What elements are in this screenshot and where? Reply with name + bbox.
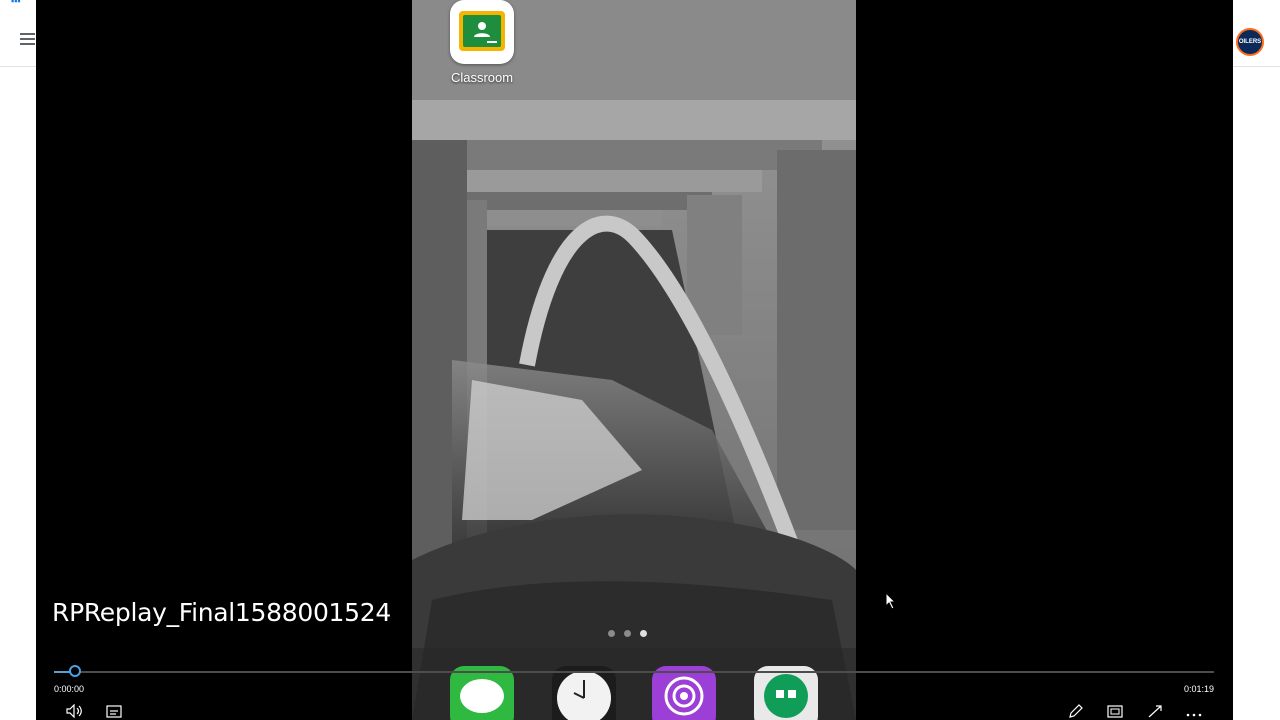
apps-grid-icon[interactable]: ▪▪▪ xyxy=(11,0,21,6)
mouse-cursor-icon xyxy=(885,591,897,615)
background-window-right xyxy=(1233,0,1280,720)
app-label-classroom: Classroom xyxy=(450,70,514,85)
page-dot xyxy=(608,630,615,637)
seek-thumb[interactable] xyxy=(68,665,81,677)
messages-icon[interactable] xyxy=(450,666,514,720)
page-indicator xyxy=(608,630,647,637)
more-options-icon[interactable] xyxy=(1185,704,1203,720)
podcasts-icon[interactable] xyxy=(652,666,716,720)
background-window-left xyxy=(0,0,36,720)
background-divider xyxy=(0,66,36,67)
seek-bar[interactable] xyxy=(54,671,1214,673)
video-title: RPReplay_Final1588001524 xyxy=(52,598,391,627)
background-divider xyxy=(1233,66,1280,67)
time-total: 0:01:19 xyxy=(1184,684,1215,694)
volume-icon[interactable] xyxy=(66,703,84,720)
captions-icon[interactable] xyxy=(106,704,122,720)
fullscreen-icon[interactable] xyxy=(1147,704,1163,720)
hangouts-icon[interactable] xyxy=(754,666,818,720)
page-dot-active xyxy=(640,630,647,637)
classroom-icon xyxy=(459,11,505,51)
page-dot xyxy=(624,630,631,637)
mini-view-icon[interactable] xyxy=(1107,704,1123,720)
phone-screen-recording: Classroom xyxy=(412,0,856,720)
avatar[interactable]: OILERS xyxy=(1236,28,1264,56)
hamburger-menu-icon[interactable] xyxy=(20,33,35,46)
clock-icon[interactable] xyxy=(552,666,616,720)
wallpaper-bridge-photo xyxy=(412,0,856,720)
time-elapsed: 0:00:00 xyxy=(54,684,85,694)
edit-pencil-icon[interactable] xyxy=(1068,704,1084,720)
classroom-app-icon[interactable] xyxy=(450,0,514,64)
media-player: Classroom RPReplay_Final1588001524 0:00:… xyxy=(36,0,1233,720)
